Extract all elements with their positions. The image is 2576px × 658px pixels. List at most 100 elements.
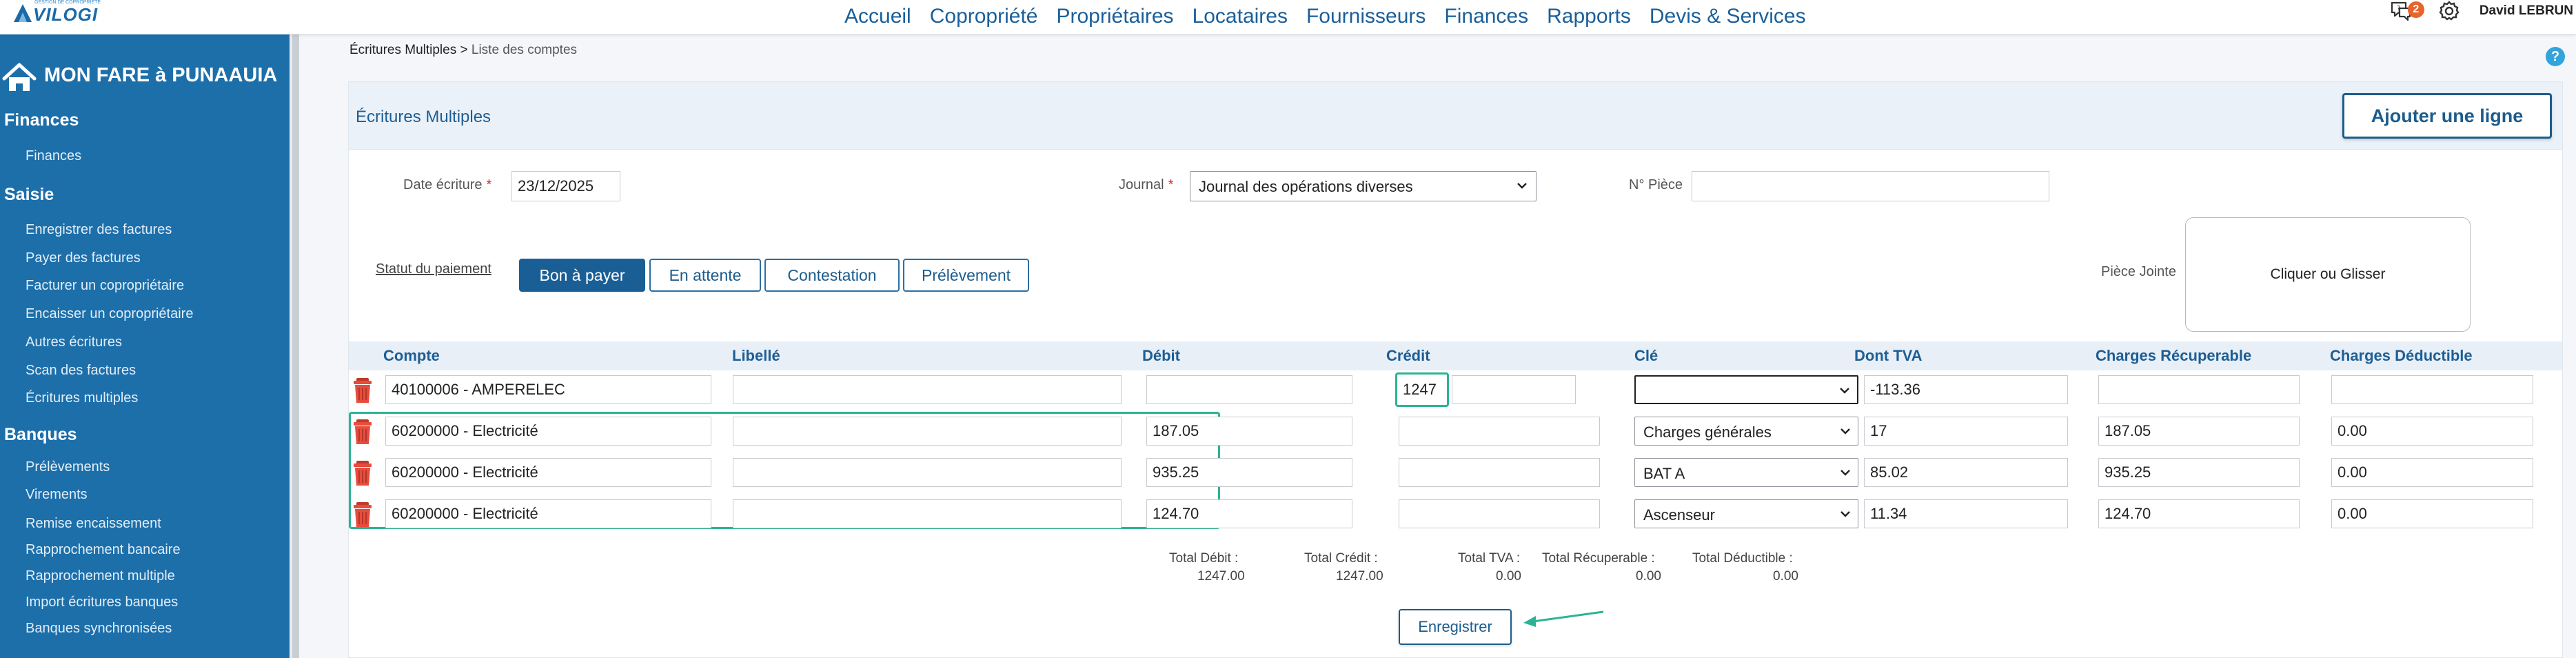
status-contestation-button[interactable]: Contestation [764, 259, 900, 292]
sidebar-item-scan-factures[interactable]: Scan des factures [26, 363, 136, 379]
row-compte-input[interactable] [385, 458, 711, 487]
total-credit-label: Total Crédit : [1304, 551, 1378, 566]
sidebar-item-payer-factures[interactable]: Payer des factures [26, 250, 141, 266]
user-name[interactable]: David LEBRUN [2479, 3, 2573, 19]
total-debit-value: 1247.00 [1197, 569, 1245, 584]
delete-row-icon[interactable] [352, 501, 373, 528]
row-deductible-input[interactable] [2331, 417, 2533, 446]
delete-row-icon[interactable] [352, 377, 373, 404]
nav-devis-services[interactable]: Devis & Services [1650, 3, 1806, 30]
delete-row-icon[interactable] [352, 459, 373, 487]
chevron-down-icon [1840, 470, 1850, 476]
delete-row-icon[interactable] [352, 418, 373, 446]
row-cle-select[interactable]: Ascenseur [1634, 499, 1858, 528]
row-tva-input[interactable] [1864, 499, 2068, 528]
row-cle-select[interactable] [1634, 375, 1858, 404]
total-recuperable-label: Total Récuperable : [1542, 551, 1655, 566]
date-input[interactable] [511, 171, 620, 201]
row-tva-input[interactable] [1864, 375, 2068, 404]
row-tva-input[interactable] [1864, 417, 2068, 446]
row-libelle-input[interactable] [733, 375, 1122, 404]
row-recuperable-input[interactable] [2098, 417, 2300, 446]
row-debit-input[interactable] [1146, 458, 1352, 487]
nav-locataires[interactable]: Locataires [1193, 3, 1288, 30]
chevron-down-icon [1840, 428, 1850, 435]
piece-number-input[interactable] [1692, 171, 2049, 201]
total-deductible-label: Total Déductible : [1692, 551, 1793, 566]
chevron-down-icon [1840, 388, 1849, 394]
row-deductible-input[interactable] [2331, 499, 2533, 528]
nav-copropriete[interactable]: Copropriété [930, 3, 1038, 30]
sidebar-item-banques-synchronisees[interactable]: Banques synchronisées [26, 621, 172, 637]
save-button[interactable]: Enregistrer [1399, 609, 1512, 645]
sidebar-scrollbar[interactable] [290, 34, 299, 658]
sidebar-item-finances[interactable]: Finances [26, 148, 81, 164]
column-charges-deductible: Charges Déductible [2330, 347, 2473, 364]
journal-select[interactable]: Journal des opérations diverses [1190, 171, 1537, 201]
vilogi-logo[interactable]: GESTION DE COPROPRIETE VILOGI [7, 0, 110, 29]
sidebar-item-remise-encaissement[interactable]: Remise encaissement [26, 516, 161, 532]
row-libelle-input[interactable] [733, 499, 1122, 528]
sidebar-item-encaisser-coproprietaire[interactable]: Encaisser un copropriétaire [26, 306, 193, 322]
row-debit-input[interactable] [1146, 417, 1352, 446]
help-chat-button[interactable]: ? 2 [2390, 0, 2424, 22]
nav-proprietaires[interactable]: Propriétaires [1056, 3, 1173, 30]
row-debit-input[interactable] [1146, 499, 1352, 528]
svg-text:?: ? [2397, 5, 2400, 12]
nav-finances[interactable]: Finances [1444, 3, 1528, 30]
table-header: Compte Libellé Débit Crédit Clé Dont TVA… [349, 341, 2562, 370]
row-credit-input[interactable] [1399, 499, 1600, 528]
row-compte-input[interactable] [385, 499, 711, 528]
sidebar-item-import-ecritures-banques[interactable]: Import écritures banques [26, 595, 178, 610]
row-debit-input[interactable] [1146, 375, 1352, 404]
sidebar-item-enregistrer-factures[interactable]: Enregistrer des factures [26, 222, 172, 238]
sidebar-item-rapprochement-bancaire[interactable]: Rapprochement bancaire [26, 542, 181, 558]
row-credit-input[interactable] [1399, 417, 1600, 446]
sidebar-item-rapprochement-multiple[interactable]: Rapprochement multiple [26, 568, 175, 584]
row-libelle-input[interactable] [733, 417, 1122, 446]
total-credit-value: 1247.00 [1336, 569, 1383, 584]
journal-label: Journal * [1119, 177, 1174, 192]
row-tva-input[interactable] [1864, 458, 2068, 487]
sidebar-item-facturer-coproprietaire[interactable]: Facturer un copropriétaire [26, 278, 184, 294]
dropzone-text: Cliquer ou Glisser [2270, 266, 2386, 282]
nav-rapports[interactable]: Rapports [1547, 3, 1631, 30]
sidebar-item-virements[interactable]: Virements [26, 487, 88, 503]
notification-badge: 2 [2407, 1, 2424, 18]
column-credit: Crédit [1386, 347, 1430, 364]
row-credit-extension[interactable] [1452, 375, 1576, 404]
nav-accueil[interactable]: Accueil [844, 3, 911, 30]
logo-text: VILOGI [33, 4, 99, 25]
sidebar-item-autres-ecritures[interactable]: Autres écritures [26, 335, 122, 350]
sidebar-item-prelevements[interactable]: Prélèvements [26, 459, 110, 475]
status-prelevement-button[interactable]: Prélèvement [903, 259, 1029, 292]
piece-number-label: N° Pièce [1629, 177, 1683, 192]
row-credit-input[interactable] [1399, 458, 1600, 487]
status-bon-a-payer-button[interactable]: Bon à payer [519, 259, 645, 292]
sidebar-section-finances: Finances [4, 110, 79, 130]
status-en-attente-button[interactable]: En attente [649, 259, 761, 292]
row-libelle-input[interactable] [733, 458, 1122, 487]
row-recuperable-input[interactable] [2098, 458, 2300, 487]
help-icon[interactable]: ? [2546, 47, 2565, 66]
row-deductible-input[interactable] [2331, 375, 2533, 404]
row-cle-select[interactable]: Charges générales [1634, 417, 1858, 446]
total-debit-label: Total Débit : [1169, 551, 1239, 566]
row-deductible-input[interactable] [2331, 458, 2533, 487]
add-line-button[interactable]: Ajouter une ligne [2342, 93, 2552, 139]
row-credit-input[interactable] [1395, 372, 1449, 407]
breadcrumb-parent[interactable]: Écritures Multiples [349, 43, 456, 57]
breadcrumb-separator: > [460, 43, 468, 57]
row-recuperable-input[interactable] [2098, 375, 2300, 404]
sidebar-item-ecritures-multiples[interactable]: Écritures multiples [26, 390, 138, 406]
row-compte-input[interactable] [385, 375, 711, 404]
home-icon [2, 63, 37, 91]
sidebar-property-header[interactable]: MON FARE à PUNAAUIA [0, 61, 290, 92]
nav-fournisseurs[interactable]: Fournisseurs [1306, 3, 1426, 30]
row-cle-value: Ascenseur [1643, 506, 1715, 524]
gear-icon[interactable] [2437, 0, 2462, 22]
row-compte-input[interactable] [385, 417, 711, 446]
row-recuperable-input[interactable] [2098, 499, 2300, 528]
attachment-dropzone[interactable]: Cliquer ou Glisser [2185, 217, 2471, 332]
row-cle-select[interactable]: BAT A [1634, 458, 1858, 487]
